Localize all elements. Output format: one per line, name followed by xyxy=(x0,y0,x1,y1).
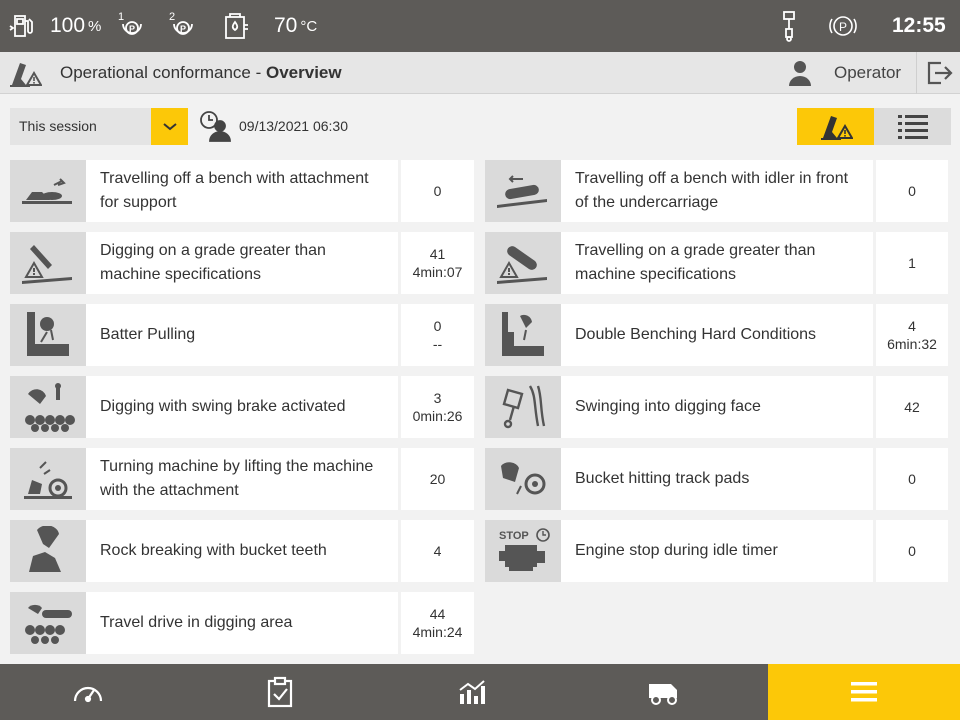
bench-travel-attachment-icon xyxy=(10,160,86,222)
item-value: 0 xyxy=(876,448,948,510)
logout-button[interactable] xyxy=(916,52,960,94)
svg-text:P: P xyxy=(839,20,847,34)
item-label: Rock breaking with bucket teeth xyxy=(86,520,398,582)
view-toggle-overview[interactable] xyxy=(797,108,874,145)
conformance-item[interactable]: Travel drive in digging area 44 4min:24 xyxy=(10,592,474,654)
conformance-warning-icon xyxy=(8,57,43,94)
fuel-level: 100% xyxy=(50,14,102,37)
item-value: 0 xyxy=(876,520,948,582)
user-icon[interactable] xyxy=(788,59,812,92)
session-datetime: 09/13/2021 06:30 xyxy=(239,118,348,134)
item-label: Swinging into digging face xyxy=(561,376,873,438)
page-title: Operational conformance - Overview xyxy=(60,63,342,82)
item-label: Batter Pulling xyxy=(86,304,398,366)
item-label: Travel drive in digging area xyxy=(86,592,398,654)
rock-breaking-icon xyxy=(10,520,86,582)
item-label: Double Benching Hard Conditions xyxy=(561,304,873,366)
conformance-item[interactable]: Digging on a grade greater than machine s… xyxy=(10,232,474,294)
item-label: Turning machine by lifting the machine wi… xyxy=(86,448,398,510)
bucket-track-pads-icon xyxy=(485,448,561,510)
svg-text:P: P xyxy=(180,24,186,34)
svg-text:P: P xyxy=(129,24,135,34)
logout-icon xyxy=(927,61,953,85)
parking-brake-icon: P xyxy=(828,0,858,52)
hydraulic-cylinder-icon xyxy=(780,0,798,52)
checklist-icon xyxy=(267,676,293,708)
item-value: 42 xyxy=(876,376,948,438)
item-value: 4 6min:32 xyxy=(876,304,948,366)
item-value: 41 4min:07 xyxy=(401,232,474,294)
item-value: 3 0min:26 xyxy=(401,376,474,438)
item-label: Digging on a grade greater than machine s… xyxy=(86,232,398,294)
session-dropdown[interactable]: This session xyxy=(10,108,188,145)
menu-icon xyxy=(851,682,877,702)
nav-menu[interactable] xyxy=(768,664,960,720)
speedometer-icon xyxy=(73,686,103,703)
grade-digging-warning-icon xyxy=(10,232,86,294)
temperature: 70 °C xyxy=(274,14,318,37)
engine-stop-icon: STOP xyxy=(485,520,561,582)
item-label: Engine stop during idle timer xyxy=(561,520,873,582)
double-benching-icon xyxy=(485,304,561,366)
conformance-item[interactable]: Batter Pulling 0 -- xyxy=(10,304,474,366)
item-value: 44 4min:24 xyxy=(401,592,474,654)
conformance-item[interactable]: STOP Engine stop during idle timer 0 xyxy=(485,520,948,582)
session-start-icon xyxy=(198,110,232,147)
conformance-item[interactable]: Bucket hitting track pads 0 xyxy=(485,448,948,510)
parking-brake-2-icon: P 2 xyxy=(168,0,198,52)
item-value: 0 xyxy=(401,160,474,222)
item-value: 0 -- xyxy=(401,304,474,366)
list-icon xyxy=(897,114,928,139)
item-value: 1 xyxy=(876,232,948,294)
conformance-item[interactable]: Rock breaking with bucket teeth 4 xyxy=(10,520,474,582)
conformance-item[interactable]: Travelling off a bench with attachment fo… xyxy=(10,160,474,222)
nav-checklist[interactable] xyxy=(192,664,368,720)
item-label: Digging with swing brake activated xyxy=(86,376,398,438)
conformance-item[interactable]: Digging with swing brake activated 3 0min… xyxy=(10,376,474,438)
swing-brake-digging-icon xyxy=(10,376,86,438)
parking-brake-1-icon: P 1 xyxy=(117,0,147,52)
fuel-pump-icon xyxy=(8,0,34,52)
item-value: 0 xyxy=(876,160,948,222)
bottom-nav xyxy=(0,664,960,720)
conformance-warning-icon xyxy=(820,115,853,140)
chart-icon xyxy=(459,680,485,704)
svg-text:STOP: STOP xyxy=(499,530,529,542)
user-label[interactable]: Operator xyxy=(834,52,901,94)
nav-haulage[interactable] xyxy=(576,664,752,720)
item-value: 4 xyxy=(401,520,474,582)
haul-truck-icon xyxy=(649,684,677,705)
nav-dashboard[interactable] xyxy=(0,664,176,720)
clock-time: 12:55 xyxy=(892,14,946,37)
svg-text:1: 1 xyxy=(118,11,124,23)
swing-digging-face-icon xyxy=(485,376,561,438)
conformance-item[interactable]: Double Benching Hard Conditions 4 6min:32 xyxy=(485,304,948,366)
grade-travel-warning-icon xyxy=(485,232,561,294)
title-bar: Operational conformance - Overview Opera… xyxy=(0,52,960,94)
travel-digging-area-icon xyxy=(10,592,86,654)
status-bar: 100% P 1 P 2 70 °C P 12:55 xyxy=(0,0,960,52)
item-label: Travelling on a grade greater than machin… xyxy=(561,232,873,294)
conformance-item[interactable]: Swinging into digging face 42 xyxy=(485,376,948,438)
conformance-item[interactable]: Travelling on a grade greater than machin… xyxy=(485,232,948,294)
item-label: Travelling off a bench with idler in fro… xyxy=(561,160,873,222)
chevron-down-icon[interactable] xyxy=(151,108,188,145)
nav-statistics[interactable] xyxy=(384,664,560,720)
svg-text:2: 2 xyxy=(169,11,175,23)
coolant-temperature-icon xyxy=(222,0,250,52)
item-label: Bucket hitting track pads xyxy=(561,448,873,510)
view-toggle-list[interactable] xyxy=(874,108,951,145)
item-value: 20 xyxy=(401,448,474,510)
conformance-item[interactable]: Turning machine by lifting the machine wi… xyxy=(10,448,474,510)
session-selected-value: This session xyxy=(19,118,97,134)
conformance-item[interactable]: Travelling off a bench with idler in fro… xyxy=(485,160,948,222)
lift-machine-attachment-icon xyxy=(10,448,86,510)
batter-pulling-icon xyxy=(10,304,86,366)
item-label: Travelling off a bench with attachment fo… xyxy=(86,160,398,222)
bench-travel-idler-icon xyxy=(485,160,561,222)
